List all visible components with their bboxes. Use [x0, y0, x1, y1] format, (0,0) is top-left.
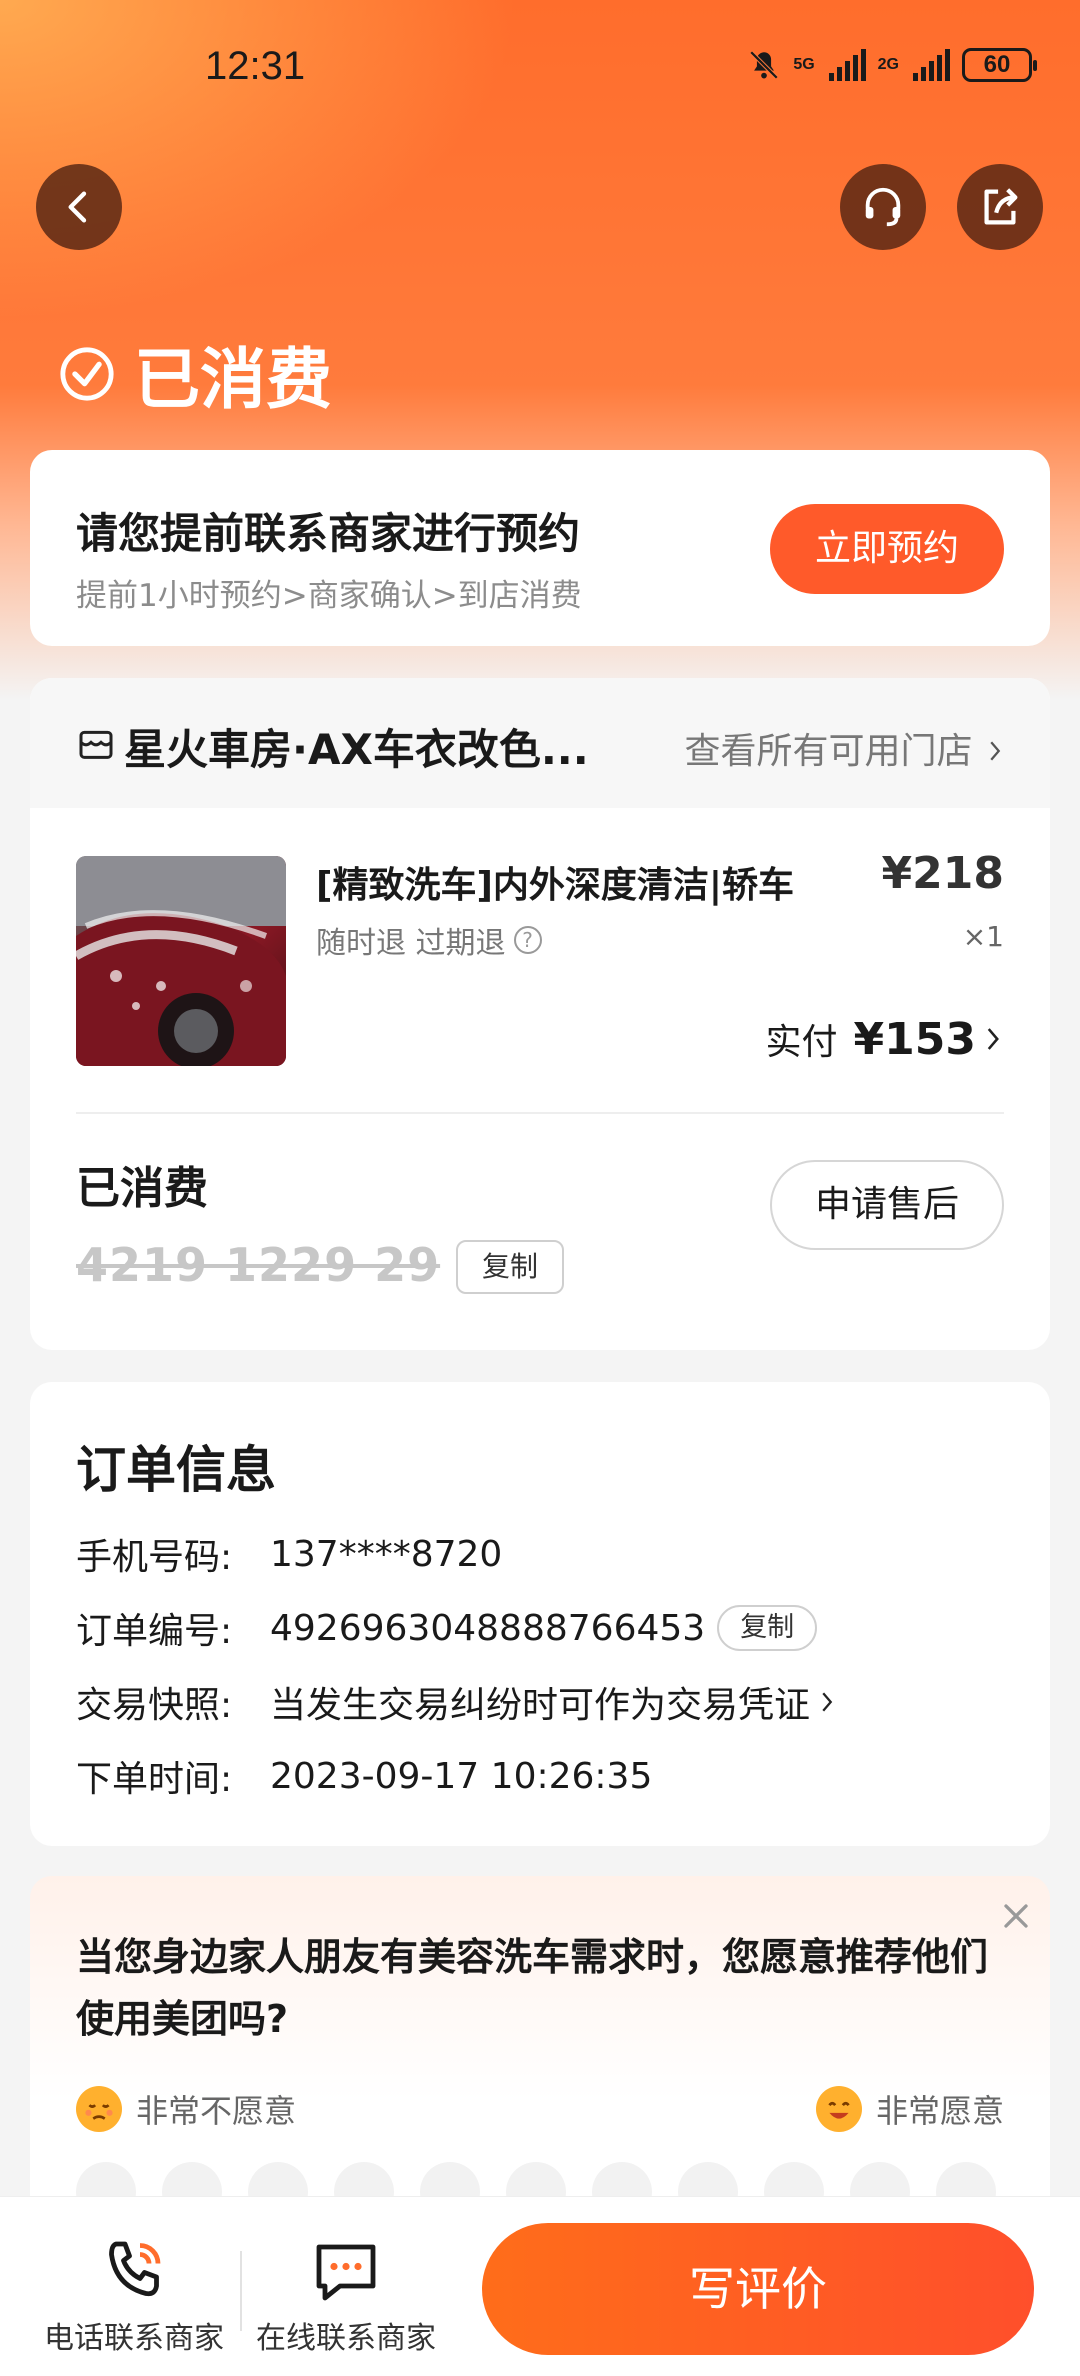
write-review-button[interactable]: 写评价	[482, 2223, 1034, 2355]
headset-icon	[865, 187, 901, 227]
view-all-stores-label: 查看所有可用门店	[684, 731, 973, 772]
chat-icon	[316, 2244, 376, 2301]
car-wash-image	[76, 856, 286, 1066]
chevron-right-icon	[987, 1028, 999, 1050]
after-sale-button[interactable]: 申请售后	[770, 1160, 1004, 1250]
snapshot-value: 当发生交易纠纷时可作为交易凭证	[270, 1685, 811, 1726]
scale-high: 非常愿意	[815, 2086, 1004, 2132]
order-status-label: 已消费	[134, 341, 332, 418]
product-image[interactable]	[76, 856, 286, 1066]
paid-amount-row[interactable]: 实付 ¥153	[766, 1013, 1004, 1065]
help-icon[interactable]: ?	[513, 926, 542, 954]
happy-face-icon	[815, 2086, 862, 2132]
signal-icon	[913, 49, 950, 81]
coupon-status: 已消费	[76, 1163, 208, 1214]
shop-name: 星火車房·AX车衣改色...	[124, 725, 589, 774]
refund-policy: 随时退 过期退 ?	[316, 918, 542, 962]
view-all-stores-link[interactable]: 查看所有可用门店	[685, 722, 1006, 774]
back-button[interactable]	[36, 164, 122, 250]
order-number-row: 订单编号: 4926963048888766453 复制	[76, 1602, 818, 1654]
shop-header[interactable]: 星火車房·AX车衣改色... 查看所有可用门店	[30, 678, 1050, 808]
phone-icon	[109, 2241, 161, 2297]
product-quantity: ×1	[962, 920, 1004, 953]
chevron-right-icon	[990, 741, 1001, 761]
recommend-survey: 当您身边家人朋友有美容洗车需求时，您愿意推荐他们使用美团吗? 非常不愿意 非常愿…	[30, 1876, 1050, 2222]
bottom-action-bar: 电话联系商家 在线联系商家 写评价	[0, 2196, 1080, 2376]
order-info-title: 订单信息	[76, 1441, 276, 1499]
order-time-label: 下单时间:	[76, 1759, 233, 1800]
status-bar: 12:31 5G 2G 60	[0, 0, 1080, 140]
reservation-steps: 提前1小时预约>商家确认>到店消费	[76, 578, 582, 614]
phone-row: 手机号码: 137****8720	[76, 1528, 502, 1580]
order-time-row: 下单时间: 2023-09-17 10:26:35	[76, 1750, 652, 1802]
snapshot-row[interactable]: 交易快照: 当发生交易纠纷时可作为交易凭证	[76, 1676, 838, 1728]
product-price: ¥218	[881, 848, 1004, 899]
product-title: [精致洗车]内外深度清洁|轿车	[316, 865, 795, 906]
paid-label: 实付	[765, 1022, 838, 1063]
order-number-value: 4926963048888766453	[270, 1607, 706, 1649]
customer-service-button[interactable]	[840, 164, 926, 250]
order-status: 已消费	[58, 326, 332, 422]
coupon-code: 4219 1229 29	[76, 1238, 441, 1292]
order-time-value: 2023-09-17 10:26:35	[270, 1755, 653, 1797]
order-number-label: 订单编号:	[76, 1611, 233, 1652]
call-merchant-button[interactable]: 电话联系商家	[44, 2235, 224, 2357]
scale-low: 非常不愿意	[76, 2086, 296, 2132]
mute-bell-icon	[750, 50, 779, 80]
network-2g-label: 2G	[877, 56, 899, 73]
chat-merchant-button[interactable]: 在线联系商家	[256, 2235, 436, 2357]
scale-low-label: 非常不愿意	[136, 2092, 297, 2130]
snapshot-label: 交易快照:	[76, 1685, 233, 1726]
divider	[240, 2251, 242, 2331]
book-now-button[interactable]: 立即预约	[770, 504, 1004, 594]
share-button[interactable]	[957, 164, 1043, 250]
copy-coupon-button[interactable]: 复制	[456, 1240, 564, 1294]
order-info-card: 订单信息 手机号码: 137****8720 订单编号: 49269630488…	[30, 1382, 1050, 1846]
store-icon	[79, 730, 113, 759]
reservation-title: 请您提前联系商家进行预约	[76, 509, 581, 558]
status-icons: 5G 2G 60	[747, 48, 1037, 82]
phone-label: 手机号码:	[76, 1537, 233, 1578]
refund-policy-label: 随时退 过期退	[316, 926, 506, 961]
battery-icon: 60	[962, 48, 1037, 82]
shop-card: 星火車房·AX车衣改色... 查看所有可用门店 [精致洗车]内外深度清洁|轿车 …	[30, 678, 1050, 1350]
scale-high-label: 非常愿意	[875, 2092, 1004, 2130]
copy-order-number-button[interactable]: 复制	[717, 1605, 818, 1651]
survey-question: 当您身边家人朋友有美容洗车需求时，您愿意推荐他们使用美团吗?	[76, 1935, 989, 2041]
chevron-left-icon	[68, 191, 87, 223]
share-icon	[984, 188, 1018, 225]
paid-amount: ¥153	[853, 1013, 976, 1065]
check-circle-icon	[60, 347, 114, 401]
network-5g-label: 5G	[793, 56, 815, 73]
chat-merchant-label: 在线联系商家	[256, 2321, 436, 2356]
sad-face-icon	[76, 2086, 122, 2132]
reservation-card: 请您提前联系商家进行预约 提前1小时预约>商家确认>到店消费 立即预约	[30, 450, 1050, 646]
signal-icon	[828, 49, 866, 81]
status-time: 12:31	[205, 44, 306, 88]
phone-value: 137****8720	[270, 1533, 503, 1575]
divider	[76, 1112, 1004, 1114]
chevron-right-icon	[822, 1692, 833, 1712]
call-merchant-label: 电话联系商家	[44, 2321, 224, 2356]
